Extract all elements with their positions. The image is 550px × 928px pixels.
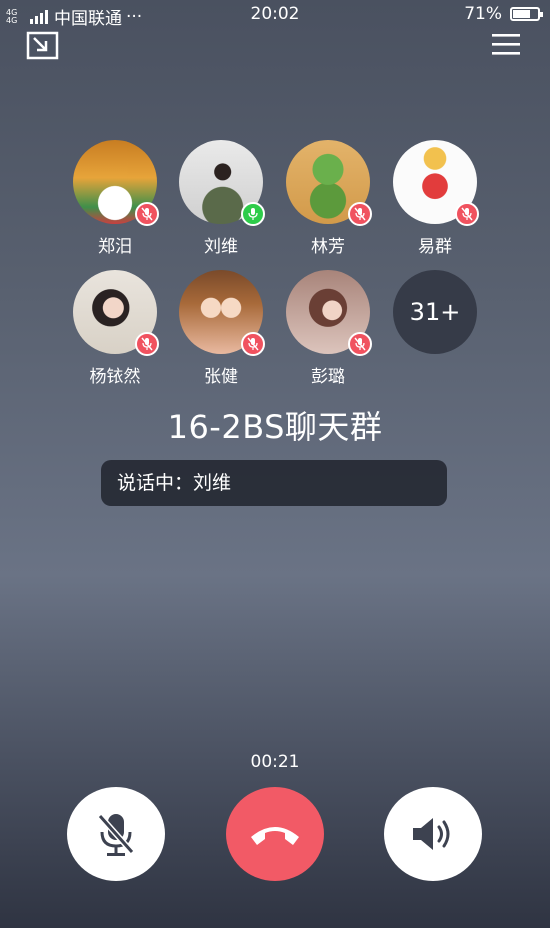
member-tile[interactable]: 易群 <box>385 140 485 257</box>
mic-muted-icon <box>348 332 372 356</box>
status-bar: 4G 4G 中国联通 ··· 20:02 71% <box>0 0 550 29</box>
speaking-indicator: 说话中：刘维 <box>101 460 447 506</box>
member-name: 郑汨 <box>98 237 132 257</box>
mic-muted-icon <box>241 332 265 356</box>
hang-up-icon <box>251 827 299 845</box>
member-name: 张健 <box>204 367 238 387</box>
member-name: 易群 <box>418 237 452 257</box>
speaker-button[interactable] <box>384 787 482 881</box>
call-timer: 00:21 <box>250 752 300 772</box>
avatar <box>393 140 479 226</box>
mic-muted-icon <box>348 202 372 226</box>
battery-fill <box>513 10 531 18</box>
speaker-icon <box>413 818 450 850</box>
member-tile[interactable]: 郑汨 <box>65 140 165 257</box>
more-members-button[interactable]: 31+ <box>385 270 485 354</box>
minimize-icon <box>26 31 59 60</box>
avatar <box>73 270 159 356</box>
group-name: 16-2BS聊天群 <box>167 408 383 446</box>
mic-muted-icon <box>455 202 479 226</box>
avatar <box>179 270 265 356</box>
member-name: 彭璐 <box>311 367 345 387</box>
avatar <box>73 140 159 226</box>
menu-button[interactable] <box>490 28 524 62</box>
battery-percent: 71% <box>464 4 502 24</box>
member-name: 林芳 <box>311 237 345 257</box>
hang-up-button[interactable] <box>226 787 324 881</box>
member-tile[interactable]: 刘维 <box>171 140 271 257</box>
avatar <box>286 270 372 356</box>
minimize-button[interactable] <box>26 28 60 62</box>
mic-active-icon <box>241 202 265 226</box>
member-tile[interactable]: 张健 <box>171 270 271 387</box>
member-name: 刘维 <box>204 237 238 257</box>
avatar <box>179 140 265 226</box>
mic-muted-icon <box>135 332 159 356</box>
menu-icon <box>492 34 520 55</box>
battery-icon <box>510 7 543 21</box>
member-tile[interactable]: 杨铱然 <box>65 270 165 387</box>
mute-button[interactable] <box>67 787 165 881</box>
member-tile[interactable]: 彭璐 <box>278 270 378 387</box>
member-tile[interactable]: 林芳 <box>278 140 378 257</box>
avatar <box>286 140 372 226</box>
more-members-badge: 31+ <box>393 270 477 354</box>
mic-muted-icon <box>135 202 159 226</box>
member-name: 杨铱然 <box>89 367 141 387</box>
microphone-off-icon <box>97 814 135 856</box>
